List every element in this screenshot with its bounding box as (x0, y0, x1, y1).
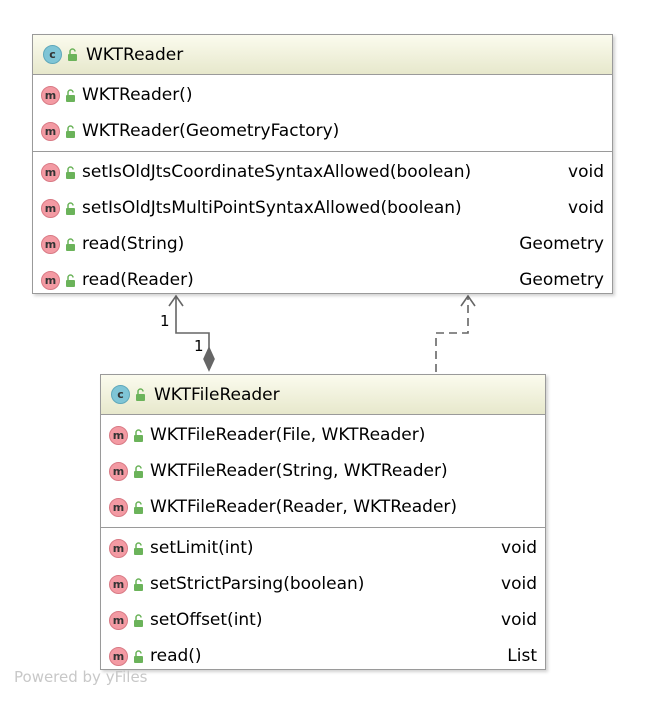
methods-section: m setIsOldJtsCoordinateSyntaxAllowed(boo… (33, 151, 612, 300)
member-name: read() (150, 646, 202, 666)
public-lock-icon (133, 464, 144, 478)
method-m-icon: m (109, 574, 128, 594)
source-multiplicity: 1 (160, 312, 170, 330)
method-row[interactable]: m setOffset(int) void (101, 602, 545, 638)
return-type: Geometry (519, 234, 604, 254)
return-type: void (501, 610, 537, 630)
method-m-icon: m (41, 121, 60, 141)
method-row[interactable]: m setIsOldJtsCoordinateSyntaxAllowed(boo… (33, 154, 612, 190)
public-lock-icon (133, 428, 144, 442)
public-lock-icon (135, 388, 146, 401)
public-lock-icon (65, 201, 76, 215)
class-title: WKTFileReader (154, 384, 280, 405)
method-m-icon: m (109, 610, 128, 630)
member-name: WKTFileReader(String, WKTReader) (150, 461, 448, 481)
public-lock-icon (65, 165, 76, 179)
realization-edge-line (435, 296, 469, 372)
method-row[interactable]: m setLimit(int) void (101, 530, 545, 566)
method-row[interactable]: m read(Reader) Geometry (33, 262, 612, 298)
class-title: WKTReader (86, 44, 184, 65)
method-row[interactable]: m read(String) Geometry (33, 226, 612, 262)
member-name: setIsOldJtsCoordinateSyntaxAllowed(boole… (82, 162, 472, 182)
constructor-row[interactable]: m WKTFileReader(String, WKTReader) (101, 453, 545, 489)
constructor-row[interactable]: m WKTFileReader(Reader, WKTReader) (101, 489, 545, 525)
return-type: void (568, 162, 604, 182)
constructor-row[interactable]: m WKTReader() (33, 77, 612, 113)
public-lock-icon (65, 273, 76, 287)
public-lock-icon (67, 48, 78, 61)
member-name: read(Reader) (82, 270, 194, 290)
target-multiplicity: 1 (194, 337, 204, 355)
method-m-icon: m (41, 162, 60, 182)
member-name: setIsOldJtsMultiPointSyntaxAllowed(boole… (82, 198, 462, 218)
member-name: read(String) (82, 234, 185, 254)
return-type: Geometry (519, 270, 604, 290)
class-c-icon: c (111, 385, 130, 404)
member-name: setStrictParsing(boolean) (150, 574, 365, 594)
return-type: List (507, 646, 537, 666)
method-m-icon: m (41, 234, 60, 254)
public-lock-icon (133, 541, 144, 555)
public-lock-icon (133, 577, 144, 591)
method-m-icon: m (41, 270, 60, 290)
composition-diamond (203, 346, 215, 372)
method-row[interactable]: m read() List (101, 638, 545, 674)
constructors-section: m WKTFileReader(File, WKTReader) m WKTFi… (101, 415, 545, 527)
constructors-section: m WKTReader() m WKTReader(GeometryFactor… (33, 75, 612, 151)
public-lock-icon (133, 649, 144, 663)
class-c-icon: c (43, 45, 62, 64)
class-box-wktreader[interactable]: c WKTReader m WKTReader() m WKTReader(Ge… (32, 34, 613, 294)
method-m-icon: m (41, 85, 60, 105)
class-header: c WKTFileReader (101, 375, 545, 415)
constructor-row[interactable]: m WKTReader(GeometryFactory) (33, 113, 612, 149)
method-row[interactable]: m setIsOldJtsMultiPointSyntaxAllowed(boo… (33, 190, 612, 226)
public-lock-icon (65, 88, 76, 102)
constructor-row[interactable]: m WKTFileReader(File, WKTReader) (101, 417, 545, 453)
member-name: WKTFileReader(Reader, WKTReader) (150, 497, 458, 517)
public-lock-icon (65, 237, 76, 251)
method-m-icon: m (109, 461, 128, 481)
member-name: WKTReader() (82, 85, 193, 105)
watermark: Powered by yFiles (14, 668, 148, 686)
public-lock-icon (133, 500, 144, 514)
method-m-icon: m (41, 198, 60, 218)
return-type: void (501, 574, 537, 594)
method-m-icon: m (109, 425, 128, 445)
methods-section: m setLimit(int) void m setStrictParsing(… (101, 527, 545, 676)
member-name: setOffset(int) (150, 610, 263, 630)
method-m-icon: m (109, 497, 128, 517)
method-row[interactable]: m setStrictParsing(boolean) void (101, 566, 545, 602)
member-name: WKTReader(GeometryFactory) (82, 121, 340, 141)
member-name: WKTFileReader(File, WKTReader) (150, 425, 426, 445)
return-type: void (568, 198, 604, 218)
realization-edge (435, 294, 476, 372)
class-header: c WKTReader (33, 35, 612, 75)
method-m-icon: m (109, 646, 128, 666)
member-name: setLimit(int) (150, 538, 254, 558)
method-m-icon: m (109, 538, 128, 558)
composition-edge-line (175, 296, 210, 356)
public-lock-icon (133, 613, 144, 627)
public-lock-icon (65, 124, 76, 138)
composition-edge (168, 294, 215, 372)
return-type: void (501, 538, 537, 558)
class-box-wktfilereader[interactable]: c WKTFileReader m WKTFileReader(File, WK… (100, 374, 546, 670)
